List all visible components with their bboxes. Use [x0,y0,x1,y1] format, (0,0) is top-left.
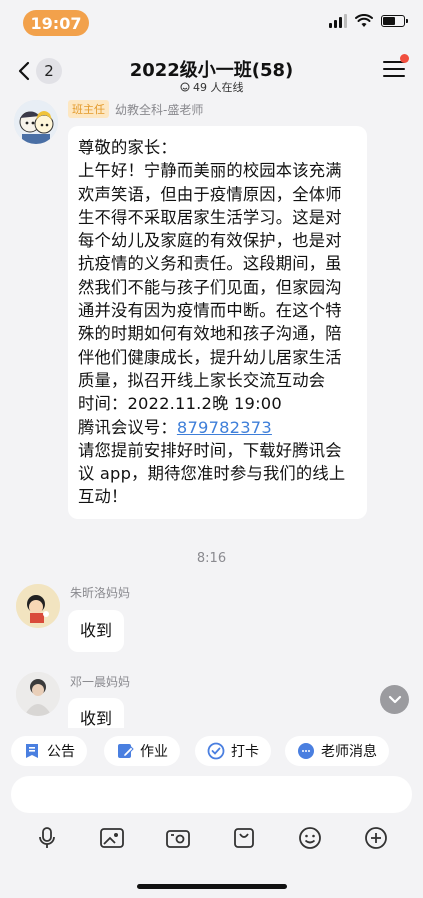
message-bubble-reply[interactable]: 收到 [68,610,125,652]
message-greeting: 尊敬的家长： [78,138,177,157]
emoji-button[interactable] [296,824,324,852]
scroll-to-bottom-button[interactable] [380,685,409,714]
online-count-text: 49 人在线 [193,81,244,94]
shortcut-announcement[interactable]: 公告 [11,736,87,766]
voice-button[interactable] [33,824,61,852]
message-header: 朱昕洛妈妈 [70,584,130,601]
chat-message-list[interactable]: 班主任 幼教全科-盛老师 尊敬的家长： 上午好！宁静而美丽的校园本该充满欢声笑语… [0,98,423,728]
smile-icon [180,82,189,92]
sender-name: 幼教全科-盛老师 [115,102,204,117]
message-bubble-reply[interactable]: 收到 [68,698,125,728]
teacher-message-icon [298,743,314,759]
cartoon-avatar-icon [16,584,60,628]
status-time: 19:07 [23,10,89,36]
meeting-line: 腾讯会议号：879782373 [78,416,357,439]
checkin-icon [207,742,225,760]
menu-button[interactable] [383,60,405,82]
shortcut-checkin[interactable]: 打卡 [195,736,271,766]
announcement-icon [26,744,38,758]
shortcut-label: 打卡 [231,744,259,760]
sender-name: 朱昕洛妈妈 [70,586,131,600]
hamburger-menu-icon [383,61,405,77]
image-icon [100,828,124,848]
image-button[interactable] [98,824,126,852]
shortcut-teacher-message[interactable]: 老师消息 [285,736,389,766]
wifi-icon [355,14,373,27]
shortcut-homework[interactable]: 作业 [104,736,180,766]
online-count: 49 人在线 [0,79,423,95]
shortcut-label: 公告 [47,744,75,760]
cellular-signal-icon [329,14,347,28]
avatar-teacher[interactable] [14,100,58,144]
role-tag: 班主任 [68,100,109,118]
avatar-parent-1[interactable] [16,584,60,628]
bag-button[interactable] [230,824,258,852]
message-header: 班主任 幼教全科-盛老师 [68,100,203,118]
shortcut-label: 老师消息 [321,744,377,760]
chevron-down-icon [388,695,401,704]
message-input[interactable] [11,776,412,813]
battery-icon [381,15,408,27]
camera-button[interactable] [164,824,192,852]
cartoon-avatar-icon [14,100,58,144]
sender-name: 邓一晨妈妈 [70,675,131,689]
plus-icon [365,827,387,849]
chat-header: 2 2022级小一班(58) 49 人在线 [0,44,423,98]
notification-dot [400,54,409,63]
message-timestamp: 8:16 [196,551,227,566]
home-indicator[interactable] [137,884,287,889]
message-body: 上午好！宁静而美丽的校园本该充满欢声笑语，但由于疫情原因，全体师生不得不采取居家… [78,161,342,390]
photo-avatar-icon [16,672,60,716]
camera-icon [166,830,190,848]
emoji-icon [299,827,321,849]
meeting-label: 腾讯会议号： [78,417,177,437]
status-icons [329,14,408,28]
microphone-icon [39,827,55,848]
meeting-id-link[interactable]: 879782373 [177,418,272,437]
avatar-parent-2[interactable] [16,672,60,716]
homework-icon [118,744,134,758]
shortcut-label: 作业 [140,744,168,760]
message-closing: 请您提前安排好时间，下载好腾讯会议 app，期待您准时参与我们的线上互动！ [78,440,346,507]
message-bubble-notice[interactable]: 尊敬的家长： 上午好！宁静而美丽的校园本该充满欢声笑语，但由于疫情原因，全体师生… [68,126,367,519]
shortcut-bar: 公告 作业 打卡 老师消息 [0,728,423,774]
status-bar: 19:07 [0,0,423,44]
input-toolbar [0,820,423,856]
message-time-line: 时间：2022.11.2晚 19:00 [78,394,282,414]
bag-icon [234,828,254,848]
message-header: 邓一晨妈妈 [70,673,130,690]
more-button[interactable] [362,824,390,852]
